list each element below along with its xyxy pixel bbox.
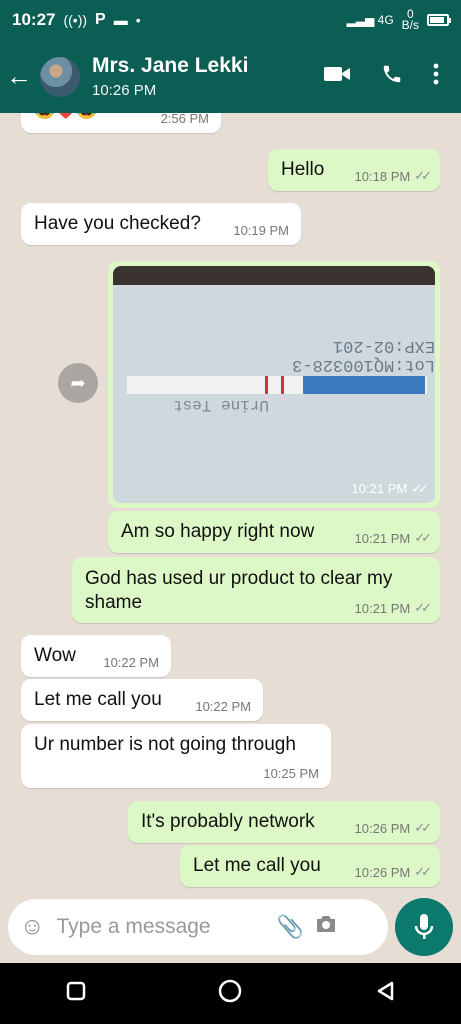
message-text: Wow — [34, 645, 76, 666]
contact-name: Mrs. Jane Lekki — [92, 54, 249, 77]
message-outgoing[interactable]: It's probably network 10:26 PM ✓✓ — [128, 801, 440, 843]
message-time: 2:56 PM — [160, 113, 209, 126]
test-strip-photo[interactable]: Lot:MQ100328-3 EXP:02-201 Urine Test 10:… — [113, 266, 435, 503]
message-icon: ▬ — [113, 12, 128, 28]
message-time: 10:21 PM — [354, 600, 411, 616]
read-ticks-icon: ✓✓ — [414, 820, 432, 835]
hotspot-icon: ((•)) — [63, 12, 88, 28]
message-time: 10:22 PM — [195, 699, 251, 714]
message-incoming[interactable]: Let me call you 10:22 PM — [21, 679, 263, 721]
message-time: 10:26 PM — [354, 820, 411, 836]
message-text: Hello — [281, 159, 325, 180]
message-incoming[interactable]: Ur number is not going through 10:25 PM — [21, 724, 331, 788]
message-text: Let me call you — [193, 855, 321, 876]
emoji-icon[interactable]: ☺ — [20, 913, 45, 941]
photo-print-text: Urine Test — [173, 396, 270, 414]
message-incoming[interactable]: 😂❤️😂 2:56 PM — [21, 113, 221, 133]
home-button[interactable] — [217, 978, 243, 1009]
message-text: 😂❤️😂 — [34, 113, 98, 121]
message-time: 10:21 PM — [354, 530, 411, 546]
read-ticks-icon: ✓✓ — [411, 481, 429, 496]
microphone-button[interactable] — [395, 898, 453, 956]
message-outgoing[interactable]: Hello 10:18 PM ✓✓ — [268, 149, 440, 191]
message-field[interactable]: ☺ 📎 — [8, 899, 388, 955]
composer: ☺ 📎 — [0, 895, 461, 963]
status-time: 10:27 — [12, 10, 56, 29]
read-ticks-icon: ✓✓ — [414, 168, 432, 183]
read-ticks-icon: ✓✓ — [414, 864, 432, 879]
last-seen: 10:26 PM — [92, 82, 157, 99]
message-time: 10:26 PM — [354, 864, 411, 880]
message-text: It's probably network — [141, 811, 315, 832]
dot-icon: • — [135, 12, 141, 28]
message-time: 10:25 PM — [263, 766, 319, 781]
message-outgoing[interactable]: God has used ur product to clear my sham… — [72, 557, 440, 623]
message-outgoing[interactable]: Let me call you 10:26 PM ✓✓ — [180, 845, 440, 887]
network-speed: 0 B/s — [401, 7, 419, 32]
message-text: Am so happy right now — [121, 521, 315, 542]
chat-title-area[interactable]: Mrs. Jane Lekki 10:26 PM — [92, 54, 323, 99]
battery-icon — [427, 14, 451, 26]
back-arrow-icon[interactable]: ← — [0, 61, 38, 92]
status-bar: 10:27 ((•)) P ▬ • ▂▃▅ 4G 0 B/s — [0, 0, 461, 40]
avatar[interactable] — [38, 54, 82, 99]
parking-icon: P — [95, 11, 106, 28]
video-call-icon[interactable] — [323, 64, 351, 89]
more-options-icon[interactable] — [433, 63, 439, 90]
message-list[interactable]: 😂❤️😂 2:56 PM Hello 10:18 PM✓✓ Have you c… — [0, 113, 461, 895]
message-text: Ur number is not going through — [34, 734, 296, 755]
photo-print-text: Lot:MQ100328-3 EXP:02-201 — [292, 336, 435, 374]
read-ticks-icon: ✓✓ — [414, 530, 432, 545]
message-incoming[interactable]: Wow 10:22 PM — [21, 635, 171, 677]
message-text: Have you checked? — [34, 213, 201, 234]
message-text: Let me call you — [34, 689, 162, 710]
message-incoming[interactable]: Have you checked? 10:19 PM — [21, 203, 301, 245]
chat-header: ← Mrs. Jane Lekki 10:26 PM — [0, 40, 461, 113]
message-time: 10:21 PM — [351, 481, 408, 496]
system-nav-bar — [0, 963, 461, 1024]
recents-button[interactable] — [66, 981, 86, 1006]
message-time: 10:18 PM — [354, 168, 411, 184]
voice-call-icon[interactable] — [381, 63, 403, 90]
microphone-icon — [414, 914, 434, 939]
message-input[interactable] — [56, 915, 267, 939]
message-time: 10:19 PM — [233, 223, 289, 238]
attach-icon[interactable]: 📎 — [277, 914, 304, 940]
message-outgoing[interactable]: Am so happy right now 10:21 PM ✓✓ — [108, 511, 440, 553]
signal-icon: ▂▃▅ 4G — [346, 13, 394, 27]
read-ticks-icon: ✓✓ — [414, 600, 432, 615]
back-button[interactable] — [374, 980, 396, 1007]
image-message[interactable]: Lot:MQ100328-3 EXP:02-201 Urine Test 10:… — [108, 261, 440, 508]
forward-icon[interactable]: ➦ — [58, 363, 98, 403]
message-time: 10:22 PM — [103, 655, 159, 670]
camera-icon[interactable] — [314, 914, 338, 940]
